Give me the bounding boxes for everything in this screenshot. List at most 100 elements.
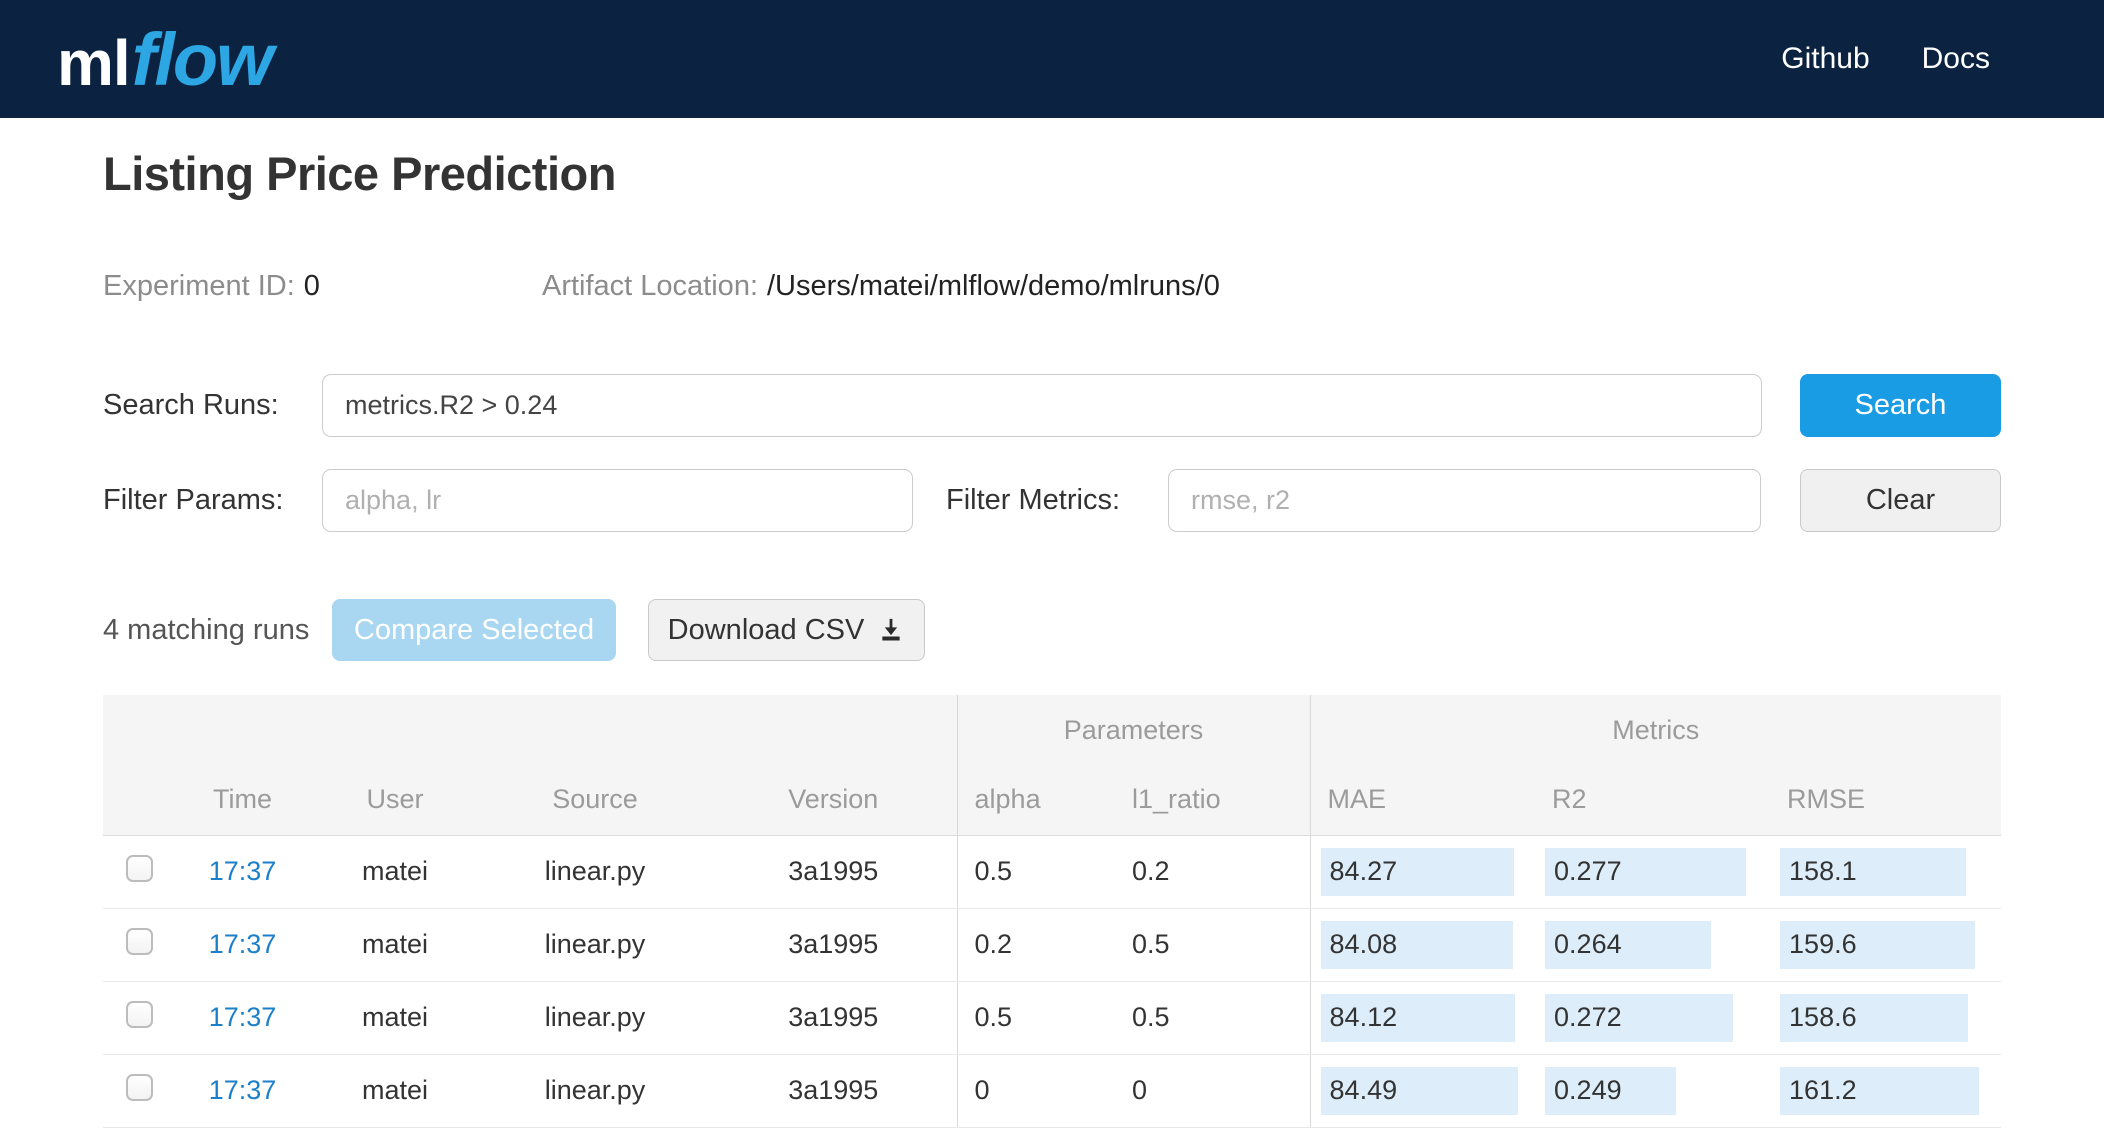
run-time-link[interactable]: 17:37 <box>209 1002 277 1032</box>
table-row: 17:37 matei linear.py 3a1995 0 0 84.49 0… <box>103 1054 2002 1128</box>
col-header-user: User <box>310 765 480 836</box>
metric-bar-r2: 0.272 <box>1545 993 1734 1042</box>
metric-bar-mae: 84.49 <box>1320 1066 1518 1115</box>
metric-bar-mae: 84.27 <box>1320 847 1514 896</box>
run-user: matei <box>310 981 480 1055</box>
run-param-alpha: 0.5 <box>956 981 1116 1055</box>
col-header-rmse: RMSE <box>1770 765 2002 836</box>
search-button[interactable]: Search <box>1800 374 2001 437</box>
metric-value-mae: 84.27 <box>1329 856 1398 886</box>
run-version: 3a1995 <box>710 981 958 1055</box>
run-user: matei <box>310 908 480 982</box>
compare-selected-button[interactable]: Compare Selected <box>332 599 616 661</box>
experiment-id-label: Experiment ID: <box>103 270 295 302</box>
filter-row: Filter Params: Filter Metrics: Clear <box>0 469 2104 532</box>
run-version: 3a1995 <box>710 835 958 909</box>
metric-bar-r2: 0.264 <box>1545 920 1712 969</box>
navbar: ml flow Github Docs <box>0 0 2104 118</box>
metric-value-mae: 84.08 <box>1329 929 1398 959</box>
experiment-id-group: Experiment ID: 0 <box>103 270 320 303</box>
filter-params-input[interactable] <box>322 469 913 532</box>
download-csv-button[interactable]: Download CSV <box>648 599 925 661</box>
run-version: 3a1995 <box>710 1054 958 1128</box>
metric-value-r2: 0.249 <box>1554 1075 1622 1105</box>
metric-value-rmse: 158.1 <box>1789 856 1857 886</box>
table-row: 17:37 matei linear.py 3a1995 0.2 0.5 84.… <box>103 908 2002 982</box>
run-time-link[interactable]: 17:37 <box>209 856 277 886</box>
group-header-parameters: Parameters <box>956 695 1311 765</box>
matching-runs-count: 4 matching runs <box>103 614 310 646</box>
metric-value-rmse: 158.6 <box>1789 1002 1857 1032</box>
metric-bar-rmse: 161.2 <box>1780 1066 1980 1115</box>
table-column-header-row: Time User Source Version alpha l1_ratio … <box>103 765 2002 836</box>
nav-link-docs[interactable]: Docs <box>1922 42 1990 76</box>
metric-bar-mae: 84.08 <box>1320 920 1513 969</box>
run-checkbox[interactable] <box>125 1073 153 1101</box>
nav-link-github[interactable]: Github <box>1781 42 1869 76</box>
artifact-location-group: Artifact Location: /Users/matei/mlflow/de… <box>542 270 1220 303</box>
run-param-l1-ratio: 0.5 <box>1115 908 1311 982</box>
actions-row: 4 matching runs Compare Selected Downloa… <box>0 599 2104 661</box>
metric-value-r2: 0.277 <box>1554 856 1622 886</box>
metric-bar-rmse: 159.6 <box>1780 920 1976 969</box>
runs-table-wrap: Parameters Metrics Time User Source Vers… <box>103 695 2002 1128</box>
col-header-r2: R2 <box>1535 765 1771 836</box>
run-source: linear.py <box>480 981 710 1055</box>
metric-bar-mae: 84.12 <box>1320 993 1515 1042</box>
artifact-location-value: /Users/matei/mlflow/demo/mlruns/0 <box>767 270 1220 302</box>
run-param-l1-ratio: 0.5 <box>1115 981 1311 1055</box>
experiment-id-value: 0 <box>303 270 320 302</box>
search-row: Search Runs: Search <box>0 374 2104 437</box>
run-param-l1-ratio: 0 <box>1115 1054 1311 1128</box>
run-user: matei <box>310 835 480 909</box>
group-header-metrics: Metrics <box>1309 695 2002 765</box>
metric-value-rmse: 161.2 <box>1789 1075 1857 1105</box>
run-time-link[interactable]: 17:37 <box>209 1075 277 1105</box>
col-header-source: Source <box>480 765 710 836</box>
metric-bar-r2: 0.249 <box>1545 1066 1677 1115</box>
clear-button[interactable]: Clear <box>1800 469 2001 532</box>
artifact-location-label: Artifact Location: <box>542 270 758 302</box>
table-row: 17:37 matei linear.py 3a1995 0.5 0.2 84.… <box>103 835 2002 909</box>
col-header-version: Version <box>710 765 958 836</box>
metric-value-r2: 0.264 <box>1554 929 1622 959</box>
main-content: Listing Price Prediction Experiment ID: 0… <box>0 118 2104 1128</box>
run-param-alpha: 0.5 <box>956 835 1116 909</box>
group-header-spacer <box>103 695 958 765</box>
metric-value-r2: 0.272 <box>1554 1002 1622 1032</box>
run-param-alpha: 0 <box>956 1054 1116 1128</box>
runs-table: Parameters Metrics Time User Source Vers… <box>103 695 2002 1128</box>
run-time-link[interactable]: 17:37 <box>209 929 277 959</box>
filter-metrics-input[interactable] <box>1168 469 1761 532</box>
run-checkbox[interactable] <box>125 854 153 882</box>
run-checkbox[interactable] <box>125 1000 153 1028</box>
run-source: linear.py <box>480 835 710 909</box>
col-header-mae: MAE <box>1309 765 1536 836</box>
run-source: linear.py <box>480 1054 710 1128</box>
logo-flow-text: flow <box>131 17 274 101</box>
metric-bar-r2: 0.277 <box>1545 847 1747 896</box>
logo-ml-text: ml <box>57 26 131 99</box>
filter-params-label: Filter Params: <box>103 484 284 516</box>
search-runs-input[interactable] <box>322 374 1762 437</box>
experiment-meta: Experiment ID: 0 Artifact Location: /Users… <box>0 270 2104 310</box>
col-header-l1-ratio: l1_ratio <box>1115 765 1311 836</box>
download-icon <box>882 618 900 641</box>
col-header-checkbox <box>103 765 175 836</box>
metric-value-mae: 84.49 <box>1329 1075 1398 1105</box>
col-header-alpha: alpha <box>956 765 1116 836</box>
download-csv-label: Download CSV <box>667 613 865 646</box>
run-version: 3a1995 <box>710 908 958 982</box>
metric-bar-rmse: 158.6 <box>1780 993 1969 1042</box>
table-row: 17:37 matei linear.py 3a1995 0.5 0.5 84.… <box>103 981 2002 1055</box>
search-runs-label: Search Runs: <box>103 389 279 421</box>
run-source: linear.py <box>480 908 710 982</box>
page-title: Listing Price Prediction <box>103 147 616 200</box>
filter-metrics-label: Filter Metrics: <box>946 484 1120 516</box>
run-param-alpha: 0.2 <box>956 908 1116 982</box>
run-user: matei <box>310 1054 480 1128</box>
metric-value-mae: 84.12 <box>1329 1002 1398 1032</box>
mlflow-logo[interactable]: ml flow <box>57 17 274 102</box>
metric-bar-rmse: 158.1 <box>1780 847 1967 896</box>
run-checkbox[interactable] <box>125 927 153 955</box>
